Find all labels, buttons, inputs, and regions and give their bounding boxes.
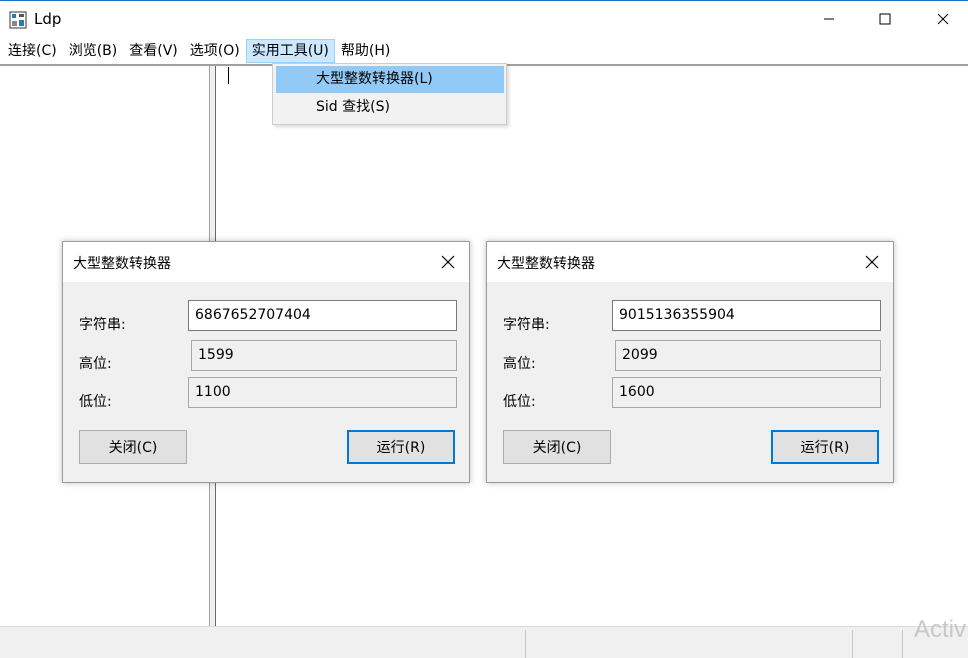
title-bar: Ldp <box>0 0 968 38</box>
high-label: 高位: <box>79 356 112 372</box>
dialog-title-bar: 大型整数转换器 <box>487 242 893 282</box>
maximize-icon <box>879 13 891 25</box>
minimize-button[interactable] <box>806 1 852 37</box>
activation-watermark: Activ <box>914 616 967 643</box>
status-separator <box>525 630 526 658</box>
dialog-title: 大型整数转换器 <box>497 256 595 272</box>
ldp-app-icon <box>9 11 27 29</box>
menu-connection[interactable]: 连接(C) <box>2 39 63 63</box>
menu-item-large-integer-converter[interactable]: 大型整数转换器(L) <box>276 66 504 93</box>
close-icon <box>865 255 879 269</box>
close-icon <box>441 255 455 269</box>
high-value-field: 1599 <box>191 340 457 371</box>
string-label: 字符串: <box>79 317 126 333</box>
menu-help[interactable]: 帮助(H) <box>335 39 396 63</box>
dialog-title-bar: 大型整数转换器 <box>63 242 469 282</box>
close-icon <box>937 13 949 25</box>
utilities-dropdown: 大型整数转换器(L) Sid 查找(S) <box>272 63 507 125</box>
maximize-button[interactable] <box>862 1 908 37</box>
string-input[interactable]: 9015136355904 <box>612 300 881 331</box>
menu-utilities[interactable]: 实用工具(U) <box>245 39 335 63</box>
status-separator <box>852 630 853 658</box>
dialog-close-button[interactable] <box>857 248 887 276</box>
status-bar <box>0 626 968 658</box>
converter-dialog-2: 大型整数转换器 字符串: 9015136355904 高位: 2099 低位: … <box>486 241 894 483</box>
string-label: 字符串: <box>503 317 550 333</box>
minimize-icon <box>824 18 834 20</box>
menu-item-sid-lookup[interactable]: Sid 查找(S) <box>276 94 504 121</box>
run-button[interactable]: 运行(R) <box>771 430 879 464</box>
menu-browse[interactable]: 浏览(B) <box>63 39 124 63</box>
text-caret <box>228 67 229 84</box>
menu-bar: 连接(C) 浏览(B) 查看(V) 选项(O) 实用工具(U) 帮助(H) <box>0 38 968 64</box>
string-input[interactable]: 6867652707404 <box>188 300 457 331</box>
status-separator <box>902 630 903 658</box>
menu-options[interactable]: 选项(O) <box>184 39 246 63</box>
low-label: 低位: <box>79 394 112 410</box>
converter-dialog-1: 大型整数转换器 字符串: 6867652707404 高位: 1599 低位: … <box>62 241 470 483</box>
dialog-title: 大型整数转换器 <box>73 256 171 272</box>
menu-view[interactable]: 查看(V) <box>123 39 184 63</box>
high-label: 高位: <box>503 356 536 372</box>
close-button[interactable]: 关闭(C) <box>503 430 611 464</box>
low-label: 低位: <box>503 394 536 410</box>
low-value-field: 1100 <box>188 377 457 408</box>
low-value-field: 1600 <box>612 377 881 408</box>
close-button[interactable]: 关闭(C) <box>79 430 187 464</box>
close-window-button[interactable] <box>920 1 966 37</box>
run-button[interactable]: 运行(R) <box>347 430 455 464</box>
window-title: Ldp <box>34 10 62 28</box>
dialog-close-button[interactable] <box>433 248 463 276</box>
high-value-field: 2099 <box>615 340 881 371</box>
